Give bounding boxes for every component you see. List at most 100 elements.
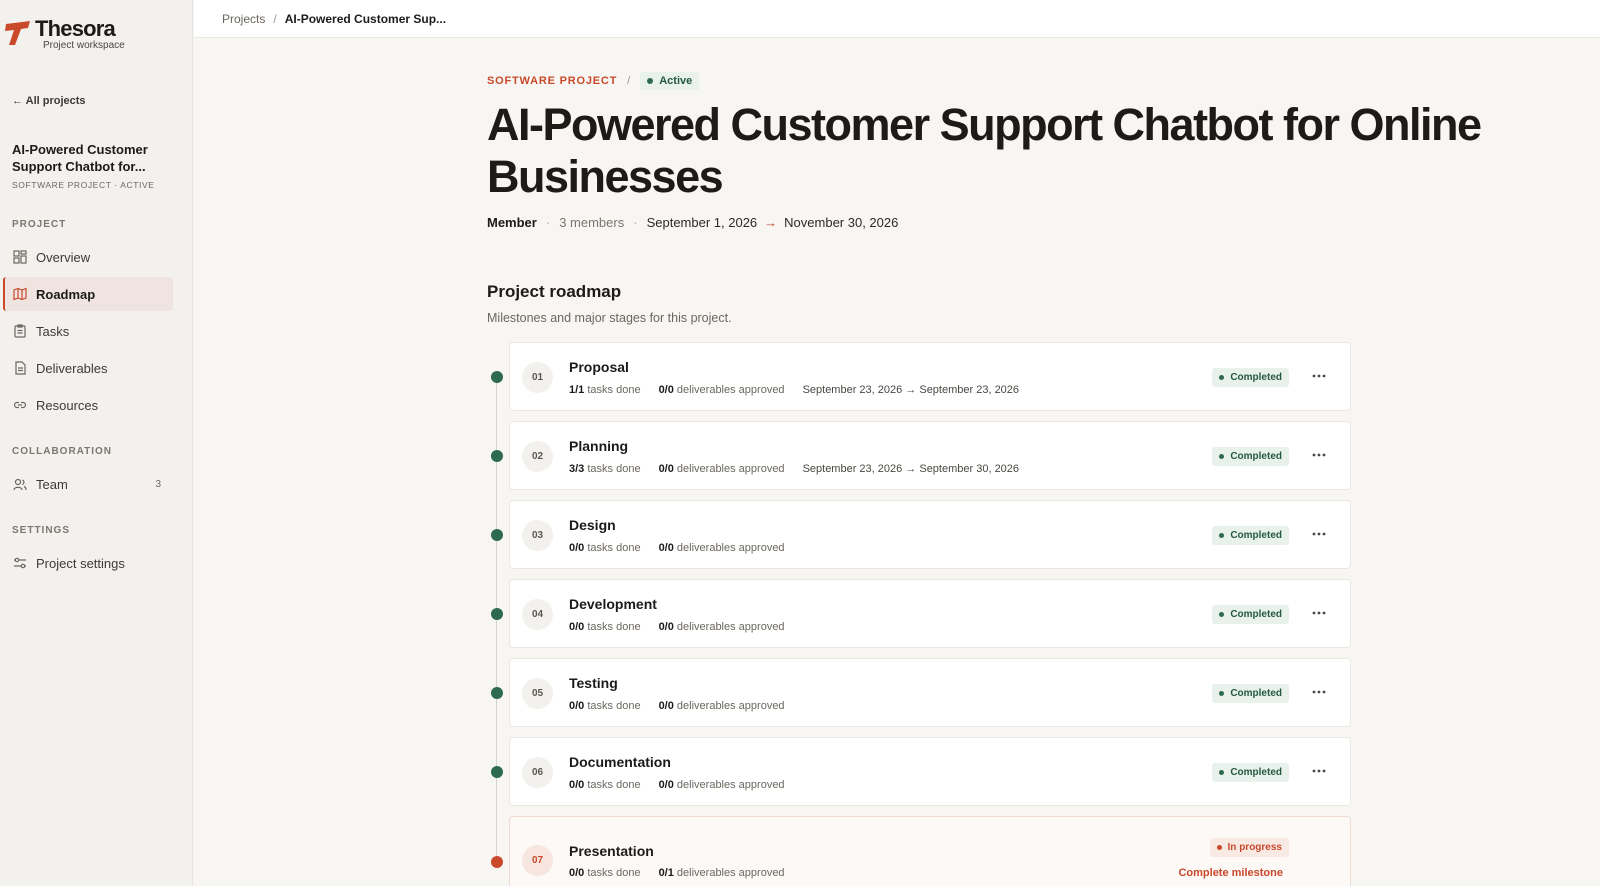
milestone-card[interactable]: 06 Documentation 0/0 tasks done 0/0 deliver… [509, 737, 1351, 806]
milestone-status-label: Completed [1230, 688, 1282, 699]
tasks-count: 1/1 [569, 384, 585, 396]
status-dot-icon [647, 78, 654, 84]
deliverables-count: 0/0 [658, 700, 674, 712]
team-count-badge: 3 [155, 478, 161, 490]
milestone-status-label: Completed [1230, 372, 1282, 383]
more-icon [1312, 374, 1326, 378]
milestone-status-badge: Completed [1212, 605, 1289, 624]
team-icon [13, 478, 27, 491]
deliverables-count: 0/0 [658, 463, 674, 475]
tasks-stat: 0/0 tasks done [569, 542, 641, 554]
milestone-title[interactable]: Proposal [569, 359, 629, 375]
sidebar-item-overview[interactable]: Overview [3, 240, 173, 274]
milestone-card[interactable]: 05 Testing 0/0 tasks done 0/0 deliverables … [509, 658, 1351, 727]
nav-section-collaboration: COLLABORATION [12, 446, 113, 457]
more-icon [1312, 690, 1326, 694]
milestone-card[interactable]: 02 Planning 3/3 tasks done 0/0 deliverables… [509, 421, 1351, 490]
deliverables-count: 0/0 [658, 384, 674, 396]
eyebrow-separator: / [627, 75, 631, 87]
tasks-stat: 0/0 tasks done [569, 700, 641, 712]
timeline-dot [491, 856, 503, 868]
resources-icon [13, 401, 27, 409]
tasks-stat: 0/0 tasks done [569, 867, 641, 879]
timeline-dot [491, 450, 503, 462]
status-dot-icon [1219, 375, 1225, 380]
roadmap-title: Project roadmap [487, 282, 622, 301]
sidebar-item-tasks[interactable]: Tasks [3, 314, 173, 348]
milestone-card[interactable]: 03 Design 0/0 tasks done 0/0 deliverables a… [509, 500, 1351, 569]
milestone-title[interactable]: Presentation [569, 843, 654, 859]
brand-name: Thesora [35, 16, 116, 41]
overview-icon [13, 250, 27, 264]
user-role: Member [487, 215, 537, 230]
tasks-label: tasks done [587, 384, 641, 396]
sidebar-item-deliverables[interactable]: Deliverables [3, 351, 173, 385]
sidebar-item-roadmap[interactable]: Roadmap [3, 277, 173, 311]
sidebar-item-label: Team [36, 476, 68, 492]
deliverables-stat: 0/0 deliverables approved [659, 700, 785, 712]
milestone-card[interactable]: 07 Presentation 0/0 tasks done 0/1 delivera… [509, 816, 1351, 886]
logo-icon [5, 21, 30, 45]
breadcrumb-projects[interactable]: Projects [222, 12, 265, 26]
project-meta-line: Member · 3 members · September 1, 2026 →… [487, 215, 898, 230]
milestone-menu-button[interactable] [1310, 762, 1328, 780]
milestone-stats: 0/0 tasks done 0/0 deliverables approved [569, 621, 803, 633]
sidebar-item-label: Resources [36, 397, 99, 413]
nav-section-settings: SETTINGS [12, 525, 71, 536]
deliverables-stat: 0/0 deliverables approved [659, 621, 785, 633]
sidebar-item-project-settings[interactable]: Project settings [3, 546, 173, 580]
milestone-title[interactable]: Design [569, 517, 616, 533]
tasks-label: tasks done [587, 867, 641, 879]
sidebar-item-team[interactable]: Team 3 [3, 467, 173, 501]
timeline-dot [491, 371, 503, 383]
milestone-title[interactable]: Planning [569, 438, 628, 454]
sidebar-item-resources[interactable]: Resources [3, 388, 173, 422]
members-count[interactable]: 3 members [559, 215, 624, 230]
milestone-status-badge: Completed [1212, 447, 1289, 466]
milestone-card[interactable]: 01 Proposal 1/1 tasks done 0/0 deliverables… [509, 342, 1351, 411]
milestone-menu-button[interactable] [1310, 367, 1328, 385]
status-badge: Active [640, 72, 700, 90]
deliverables-label: deliverables approved [676, 867, 785, 879]
status-dot-icon [1219, 612, 1225, 617]
sidebar-item-label: Overview [36, 249, 91, 265]
milestone-status-label: In progress [1227, 842, 1282, 853]
deliverables-stat: 0/0 deliverables approved [659, 463, 785, 475]
milestone-title[interactable]: Testing [569, 675, 618, 691]
milestone-menu-button[interactable] [1310, 525, 1328, 543]
brand[interactable]: Thesora Project workspace [4, 18, 125, 52]
deliverables-count: 0/0 [658, 542, 674, 554]
milestone-menu-button[interactable] [1310, 604, 1328, 622]
deliverables-label: deliverables approved [676, 463, 785, 475]
milestone-title[interactable]: Development [569, 596, 657, 612]
milestone-number: 02 [522, 441, 553, 472]
milestone-title[interactable]: Documentation [569, 754, 671, 770]
milestone-menu-button[interactable] [1310, 446, 1328, 464]
tasks-label: tasks done [587, 463, 641, 475]
status-label: Active [659, 75, 693, 87]
end-date: November 30, 2026 [784, 215, 899, 230]
deliverables-label: deliverables approved [676, 542, 785, 554]
breadcrumb-separator: / [273, 11, 277, 26]
milestone-status-badge: In progress [1209, 838, 1289, 857]
tasks-label: tasks done [587, 700, 641, 712]
milestone-number: 05 [522, 678, 553, 709]
project-type: SOFTWARE PROJECT [487, 75, 618, 87]
all-projects-link[interactable]: ← All projects [12, 95, 86, 107]
milestone-status-label: Completed [1230, 767, 1282, 778]
sidebar: Thesora Project workspace ← All projects… [0, 0, 193, 886]
deliverables-count: 0/0 [658, 779, 674, 791]
deliverables-stat: 0/0 deliverables approved [659, 542, 785, 554]
tasks-count: 0/0 [569, 542, 585, 554]
milestone-number: 01 [522, 362, 553, 393]
deliverables-label: deliverables approved [676, 384, 785, 396]
milestone-stats: 1/1 tasks done 0/0 deliverables approved S… [569, 384, 1019, 396]
complete-milestone-button[interactable]: Complete milestone [1178, 867, 1283, 879]
tasks-icon [14, 324, 26, 338]
milestone-menu-button[interactable] [1310, 683, 1328, 701]
milestone-status-label: Completed [1230, 451, 1282, 462]
timeline-dot [491, 608, 503, 620]
settings-icon [14, 557, 26, 569]
milestone-card[interactable]: 04 Development 0/0 tasks done 0/0 deliverab… [509, 579, 1351, 648]
topbar: Projects / AI-Powered Customer Sup... [194, 0, 1600, 38]
